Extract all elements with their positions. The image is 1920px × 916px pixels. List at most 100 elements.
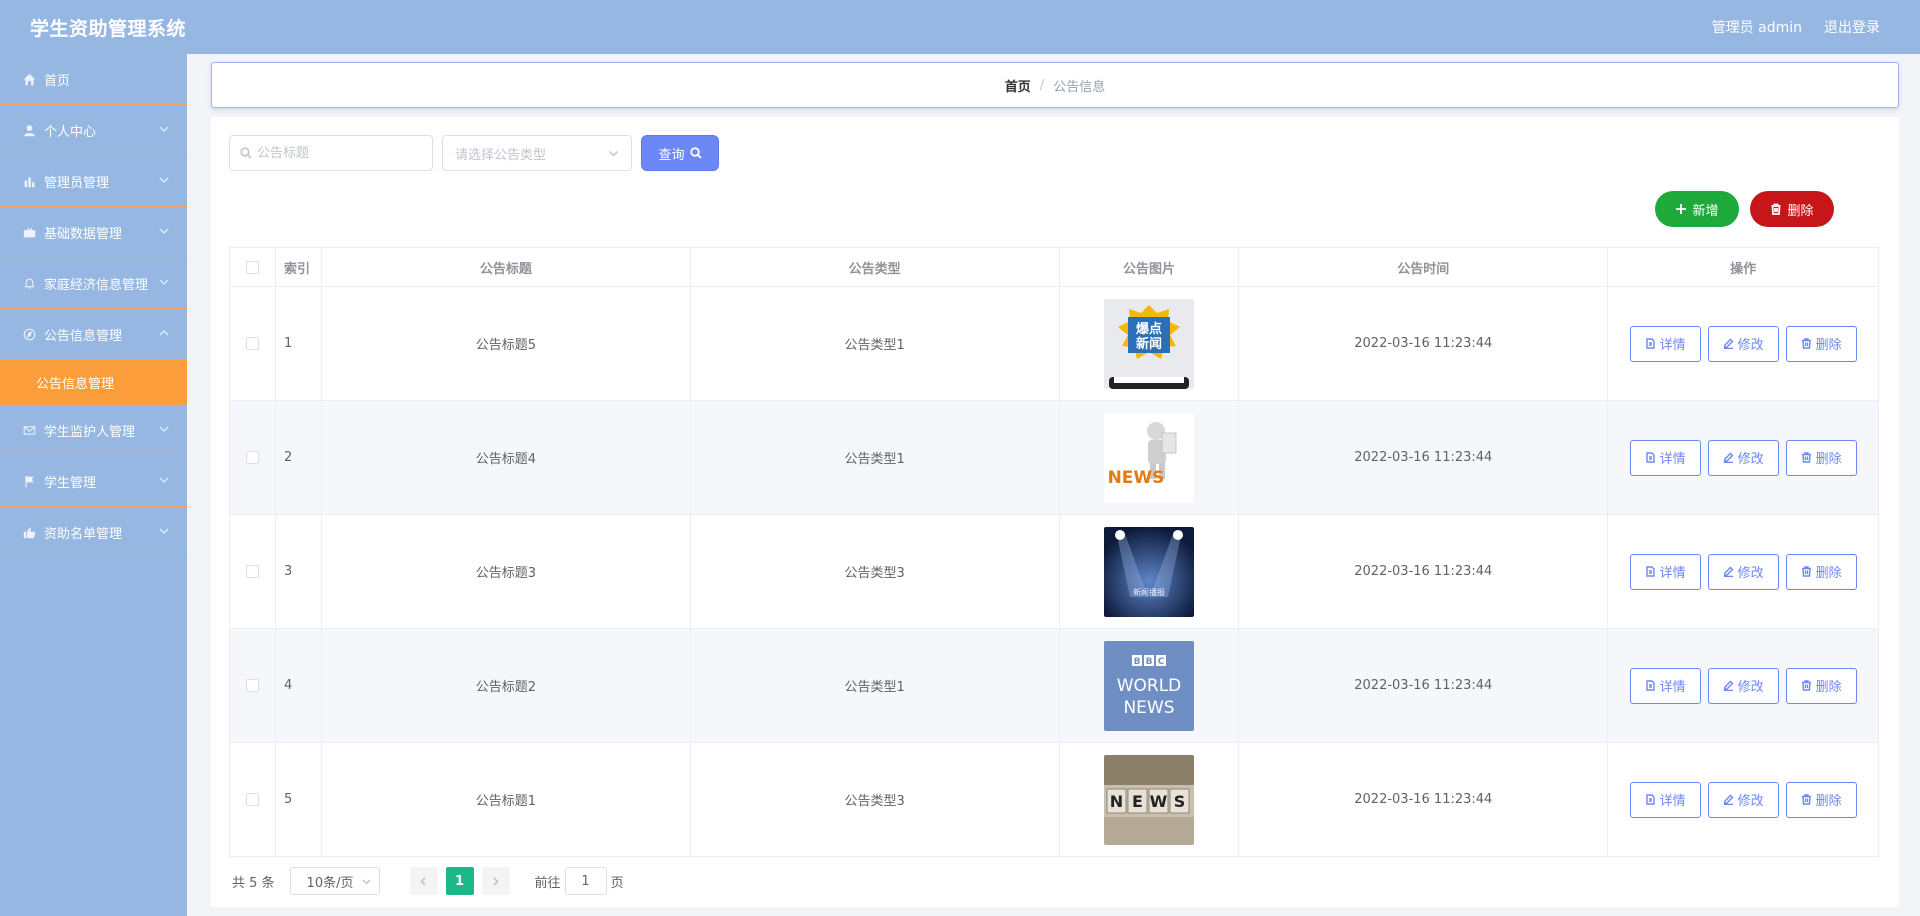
delete-button[interactable]: 删除 [1785,667,1857,704]
chevron-up-icon [159,327,169,337]
home-icon [22,72,36,86]
sidebar-item-personal-center[interactable]: 个人中心 [0,105,187,156]
edit-button[interactable]: 修改 [1707,667,1779,704]
table-row: 1 公告标题5 公告类型1 爆点新闻 2022-03-16 11:23:44 详… [230,287,1880,401]
detail-button-label: 详情 [1659,566,1686,581]
trash-icon [1801,680,1811,691]
chevron-down-icon [159,174,169,184]
sidebar-item-home[interactable]: 首页 [0,54,187,105]
row-checkbox[interactable] [245,679,259,692]
announcement-image[interactable]: 新闻播报 [1103,526,1194,617]
column-header: 公告标题 [322,248,691,286]
edit-button[interactable]: 修改 [1707,553,1779,590]
add-button[interactable]: 新增 [1655,191,1739,227]
row-checkbox[interactable] [245,565,259,578]
select-all-checkbox[interactable] [245,260,259,274]
detail-button-label: 详情 [1659,680,1686,695]
announcement-image[interactable]: B B C WORLD NEWS [1103,640,1194,731]
batch-delete-button[interactable]: 删除 [1750,191,1834,227]
title-search-input[interactable] [257,145,427,161]
page-number-current[interactable]: 1 [445,867,474,895]
document-icon [1645,452,1655,463]
row-title: 公告标题2 [322,629,691,742]
sidebar-item-announcement[interactable]: 公告信息管理 [0,309,187,360]
breadcrumb: 首页 / 公告信息 [211,62,1899,108]
logout-link[interactable]: 退出登录 [1824,17,1880,37]
detail-button[interactable]: 详情 [1629,439,1701,476]
trash-icon [1801,452,1811,463]
row-checkbox[interactable] [245,451,259,464]
svg-text:W: W [1150,792,1168,811]
row-title: 公告标题4 [322,401,691,514]
sidebar-item-funding-list[interactable]: 资助名单管理 [0,507,187,558]
row-title: 公告标题3 [322,515,691,628]
prev-page-button[interactable] [409,867,438,895]
row-checkbox[interactable] [245,793,259,806]
row-select-cell [230,287,276,400]
admin-user-label: 管理员 admin [1711,20,1802,36]
page-size-select[interactable]: 10条/页 [289,867,380,895]
detail-button[interactable]: 详情 [1629,553,1701,590]
column-header: 索引 [276,248,322,286]
mail-icon [22,423,36,437]
row-select-cell [230,401,276,514]
detail-button[interactable]: 详情 [1629,667,1701,704]
detail-button[interactable]: 详情 [1629,781,1701,818]
sidebar-menu: 首页 个人中心 管理员管理 基础数据管理 家庭经济信息管理 公告信息管理 公告信… [0,54,187,916]
svg-text:E: E [1132,792,1143,811]
sidebar-item-label: 学生监护人管理 [44,424,136,440]
main-content: 请选择公告类型 查询 新增 删除 索引 公告标题 公告类型 公告图片 公告时间 … [211,117,1899,907]
table-row: 3 公告标题3 公告类型3 新闻播报 2022-03-16 11:23:44 详… [230,515,1880,629]
delete-button[interactable]: 删除 [1785,439,1857,476]
svg-text:B: B [1146,657,1153,667]
trash-icon [1771,203,1781,215]
announcement-image[interactable]: 爆点新闻 [1103,298,1194,389]
sidebar-item-student[interactable]: 学生管理 [0,456,187,507]
sidebar-item-label: 公告信息管理 [44,328,123,344]
trash-icon [1801,794,1811,805]
edit-button[interactable]: 修改 [1707,439,1779,476]
row-checkbox[interactable] [245,337,259,350]
chevron-down-icon [159,225,169,235]
row-index: 3 [276,515,322,628]
announcement-image[interactable]: NEWS [1103,412,1194,503]
table-row: 4 公告标题2 公告类型1 B B C WORLD NEWS 2022-03-1… [230,629,1880,743]
next-page-button[interactable] [481,867,510,895]
row-actions: 详情 修改 删除 [1608,287,1880,400]
sidebar-item-family-economy[interactable]: 家庭经济信息管理 [0,258,187,309]
query-button[interactable]: 查询 [641,135,719,171]
detail-button[interactable]: 详情 [1629,325,1701,362]
row-image-cell: NEWS [1060,401,1240,514]
detail-button-label: 详情 [1659,794,1686,809]
submenu-item-announcement-management[interactable]: 公告信息管理 [0,360,187,405]
briefcase-icon [22,225,36,239]
edit-button[interactable]: 修改 [1707,325,1779,362]
search-icon [240,147,252,159]
sidebar-item-basic-data[interactable]: 基础数据管理 [0,207,187,258]
breadcrumb-home[interactable]: 首页 [1005,76,1031,95]
column-header: 公告时间 [1239,248,1609,286]
chevron-down-icon [159,474,169,484]
svg-text:C: C [1158,657,1165,667]
row-select-cell [230,629,276,742]
delete-button[interactable]: 删除 [1785,553,1857,590]
type-select[interactable]: 请选择公告类型 [442,135,632,171]
delete-button[interactable]: 删除 [1785,781,1857,818]
edit-button-label: 修改 [1737,680,1764,695]
page-size-value: 10条/页 [306,875,354,891]
announcement-image[interactable]: N E W S [1103,754,1194,845]
delete-button[interactable]: 删除 [1785,325,1857,362]
row-title: 公告标题5 [322,287,691,400]
sidebar-item-admin-management[interactable]: 管理员管理 [0,156,187,207]
goto-page-input[interactable]: 1 [564,867,607,895]
type-select-placeholder: 请选择公告类型 [455,147,547,163]
row-index: 4 [276,629,322,742]
user-icon [22,123,36,137]
edit-button[interactable]: 修改 [1707,781,1779,818]
title-search-field[interactable] [229,135,433,171]
row-actions: 详情 修改 删除 [1608,743,1880,856]
compass-icon [22,327,36,341]
plus-icon [1676,204,1687,214]
sidebar-item-guardian[interactable]: 学生监护人管理 [0,405,187,456]
sidebar-item-label: 首页 [44,73,71,89]
